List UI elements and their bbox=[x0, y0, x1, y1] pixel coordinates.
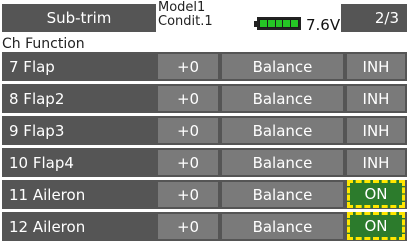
rate-button[interactable]: +0 bbox=[158, 150, 218, 175]
model-name: Model1 bbox=[158, 0, 206, 15]
battery-icon bbox=[254, 17, 301, 30]
rate-button[interactable]: +0 bbox=[158, 214, 218, 239]
mode-button[interactable]: Balance bbox=[222, 86, 343, 111]
mode-button[interactable]: Balance bbox=[222, 54, 343, 79]
channel-label: 9 Flap3 bbox=[9, 121, 65, 140]
rate-button[interactable]: +0 bbox=[158, 54, 218, 79]
mode-button[interactable]: Balance bbox=[222, 182, 343, 207]
page-indicator-button[interactable]: 2/3 bbox=[341, 4, 407, 32]
rate-button[interactable]: +0 bbox=[158, 118, 218, 143]
switch-button-on[interactable]: ON bbox=[347, 212, 405, 240]
channel-label: 7 Flap bbox=[9, 57, 55, 76]
model-info: Model1 Condit.1 bbox=[158, 1, 213, 29]
mode-button[interactable]: Balance bbox=[222, 118, 343, 143]
channel-label: 12 Aileron bbox=[9, 217, 86, 236]
switch-button-on[interactable]: ON bbox=[347, 180, 405, 208]
column-header: Ch Function bbox=[2, 36, 85, 52]
rate-button[interactable]: +0 bbox=[158, 86, 218, 111]
condition-name: Condit.1 bbox=[158, 14, 213, 29]
switch-button[interactable]: INH bbox=[347, 150, 405, 175]
switch-button[interactable]: INH bbox=[347, 54, 405, 79]
battery-cap bbox=[254, 21, 257, 27]
battery-voltage: 7.6V bbox=[306, 16, 341, 34]
mode-button[interactable]: Balance bbox=[222, 214, 343, 239]
channel-label: 11 Aileron bbox=[9, 185, 86, 204]
channel-label: 8 Flap2 bbox=[9, 89, 65, 108]
channel-label: 10 Flap4 bbox=[9, 153, 74, 172]
title-button[interactable]: Sub-trim bbox=[2, 4, 156, 32]
switch-button[interactable]: INH bbox=[347, 86, 405, 111]
switch-button[interactable]: INH bbox=[347, 118, 405, 143]
mode-button[interactable]: Balance bbox=[222, 150, 343, 175]
rate-button[interactable]: +0 bbox=[158, 182, 218, 207]
